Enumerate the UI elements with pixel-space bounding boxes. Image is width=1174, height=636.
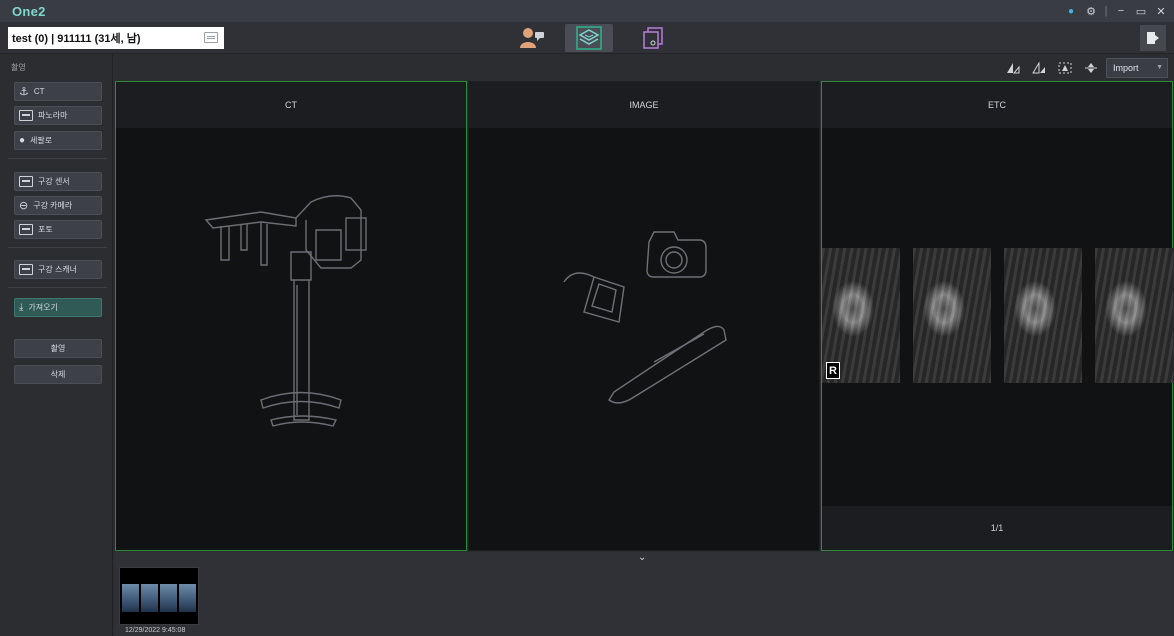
etc-panel-header: ETC (822, 82, 1172, 128)
sidebar-divider (8, 247, 107, 248)
import-select[interactable]: Import ▼ (1106, 58, 1168, 78)
xray-image[interactable] (1004, 248, 1082, 383)
ceph-label: 세팔로 (30, 136, 53, 145)
panorama-button[interactable]: 파노라마 (14, 106, 102, 125)
capture-button[interactable]: 촬영 (14, 339, 102, 358)
status-dot-icon: ● (1067, 5, 1075, 17)
minimize-button[interactable]: − (1112, 2, 1130, 20)
delete-label: 삭제 (50, 370, 66, 379)
app-window: One2 ● ⚙ | − ▭ ✕ test (0) | 911111 (31세,… (0, 0, 1174, 636)
panorama-label: 파노라마 (38, 111, 68, 120)
exit-button[interactable] (1140, 25, 1166, 51)
exit-door-icon (1147, 32, 1159, 44)
ct-panel-header: CT (116, 82, 466, 128)
import-button[interactable]: ⤓ 가져오기 (14, 298, 102, 317)
thumbnail-date: 12/29/2022 9:45:08 (125, 627, 186, 634)
photo-button[interactable]: 포토 (14, 220, 102, 239)
intraoral-camera-label: 구강 카메라 (33, 201, 73, 210)
window-controls: ● ⚙ | − ▭ ✕ (1062, 0, 1170, 22)
settings-icon[interactable]: ⚙ (1082, 2, 1100, 20)
chevron-down-icon[interactable]: ⌄ (638, 552, 646, 563)
import-select-value: Import (1113, 63, 1139, 73)
thumbnail-item[interactable] (119, 567, 199, 625)
chevron-down-icon: ▼ (1156, 64, 1163, 71)
image-panel-header: IMAGE (469, 82, 819, 128)
delete-button[interactable]: 삭제 (14, 365, 102, 384)
arrange-icon[interactable] (1080, 58, 1102, 78)
camera-icon (19, 224, 33, 235)
controls-separator: | (1104, 5, 1108, 17)
patient-card-icon[interactable] (204, 32, 218, 43)
flip-vertical-icon[interactable] (1002, 58, 1024, 78)
viewer-window-icon[interactable] (630, 24, 678, 52)
import-label: 가져오기 (28, 303, 58, 312)
restore-button[interactable]: ▭ (1132, 2, 1150, 20)
close-button[interactable]: ✕ (1152, 2, 1170, 20)
etc-panel[interactable]: ETC R 1/1 (821, 81, 1173, 551)
xray-r-marker: R (826, 362, 840, 379)
intraoral-sensor-button[interactable]: 구강 센서 (14, 172, 102, 191)
thumbnail-image (122, 584, 196, 612)
scanner-icon (19, 264, 33, 275)
acquisition-panels: CT IMAGE ETC R 1/1 (115, 81, 1173, 551)
import-icon: ⤓ (19, 302, 24, 313)
main-toolbar: test (0) | 911111 (31세, 남) (0, 22, 1174, 54)
title-bar: One2 ● ⚙ | − ▭ ✕ (0, 0, 1174, 22)
ct-label: CT (33, 87, 45, 96)
etc-page-indicator: 1/1 (822, 506, 1172, 550)
view-tools: Import ▼ (1002, 57, 1168, 79)
sensor-icon (19, 176, 33, 187)
intraoral-camera-icon: ⊖ (19, 200, 29, 212)
patient-field[interactable]: test (0) | 911111 (31세, 남) (8, 27, 224, 49)
ct-button[interactable]: ⚓ CT (14, 82, 102, 101)
image-devices-icon (563, 231, 727, 404)
xray-image[interactable] (913, 248, 991, 383)
sidebar-divider (8, 287, 107, 288)
ceph-head-icon: ● (19, 135, 26, 146)
intraoral-camera-button[interactable]: ⊖ 구강 카메라 (14, 196, 102, 215)
xray-image[interactable]: R (822, 248, 900, 383)
patient-info: test (0) | 911111 (31세, 남) (12, 33, 141, 45)
photo-label: 포토 (38, 225, 53, 234)
panorama-icon (19, 110, 33, 121)
app-title: One2 (12, 3, 46, 19)
image-panel[interactable]: IMAGE (468, 81, 820, 551)
flip-horizontal-icon[interactable] (1028, 58, 1050, 78)
intraoral-scanner-label: 구강 스캐너 (38, 265, 78, 274)
patient-consult-icon[interactable] (508, 24, 556, 52)
sidebar-divider (8, 158, 107, 159)
fit-icon[interactable] (1054, 58, 1076, 78)
acquisition-layers-icon[interactable] (565, 24, 613, 52)
ct-panel[interactable]: CT (115, 81, 467, 551)
ct-machine-icon (204, 195, 367, 427)
ceph-button[interactable]: ● 세팔로 (14, 131, 102, 150)
capture-label: 촬영 (50, 344, 66, 353)
xray-image[interactable] (1095, 248, 1173, 383)
thumbnail-strip: ⌄ 12/29/2022 9:45:08 (115, 552, 1173, 636)
intraoral-sensor-label: 구강 센서 (38, 177, 70, 186)
sidebar-heading: 촬영 (11, 63, 26, 72)
ct-device-icon: ⚓ (19, 86, 29, 98)
capture-sidebar: 촬영 ⚓ CT 파노라마 ● 세팔로 구강 센서 ⊖ 구강 카메라 포토 구강 … (0, 54, 113, 636)
intraoral-scanner-button[interactable]: 구강 스캐너 (14, 260, 102, 279)
